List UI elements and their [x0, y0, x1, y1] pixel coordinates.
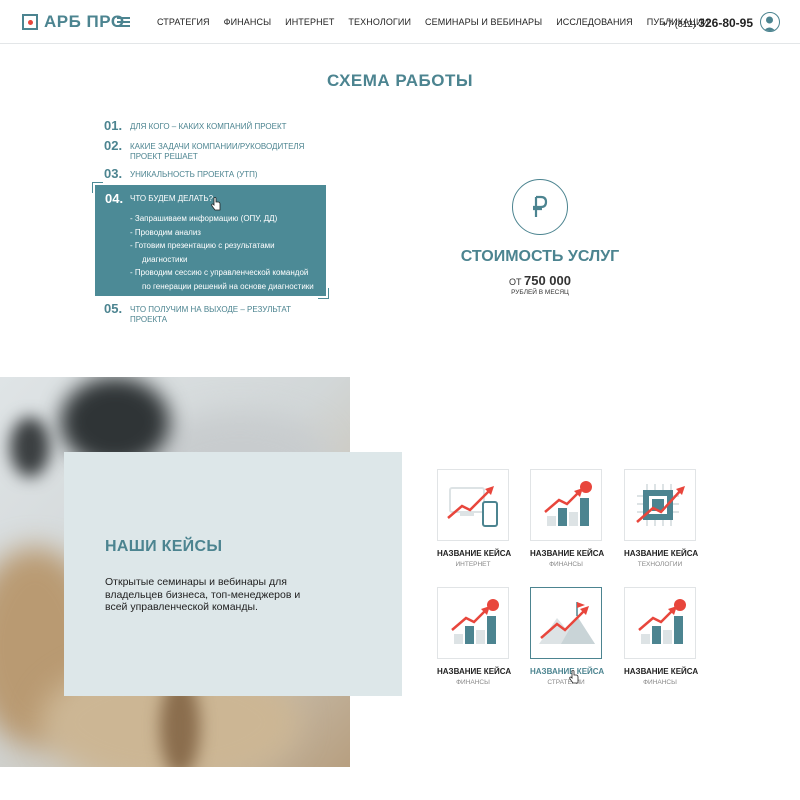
- ruble-icon: [512, 179, 568, 235]
- nav-item-seminars[interactable]: СЕМИНАРЫ И ВЕБИНАРЫ: [425, 17, 542, 27]
- chip-growth-icon: [636, 484, 685, 526]
- step-label: УНИКАЛЬНОСТЬ ПРОЕКТА (УТП): [130, 170, 258, 179]
- step-item-05[interactable]: 05. ЧТО ПОЛУЧИМ НА ВЫХОДЕ – РЕЗУЛЬТАТ ПР…: [104, 301, 300, 325]
- case-name: НАЗВАНИЕ КЕЙСА: [437, 549, 512, 558]
- step-label: КАКИЕ ЗАДАЧИ КОМПАНИИ/РУКОВОДИТЕЛЯ ПРОЕК…: [130, 142, 305, 161]
- step-detail-item: - Готовим презентацию с результатами: [130, 241, 275, 250]
- price-period: РУБЛЕЙ В МЕСЯЦ: [511, 289, 569, 296]
- step-label: ДЛЯ КОГО – КАКИХ КОМПАНИЙ ПРОЕКТ: [130, 122, 287, 131]
- devices-growth-icon: [447, 486, 498, 527]
- step-item-04-active[interactable]: 04. ЧТО БУДЕМ ДЕЛАТЬ? - Запрашиваем инфо…: [95, 185, 326, 296]
- case-card-active[interactable]: НАЗВАНИЕ КЕЙСА СТРАТЕГИИ: [530, 587, 605, 686]
- cases-title: НАШИ КЕЙСЫ: [105, 538, 223, 555]
- case-thumbnail: [624, 469, 696, 541]
- phone-prefix: +7 (812): [662, 19, 696, 29]
- scheme-title: СХЕМА РАБОТЫ: [326, 71, 474, 90]
- case-category: ТЕХНОЛОГИИ: [637, 561, 683, 568]
- price-value: 750 000: [524, 273, 571, 288]
- case-card[interactable]: НАЗВАНИЕ КЕЙСА ТЕХНОЛОГИИ: [624, 469, 699, 568]
- step-item-02[interactable]: 02. КАКИЕ ЗАДАЧИ КОМПАНИИ/РУКОВОДИТЕЛЯ П…: [104, 138, 310, 162]
- case-thumbnail: [624, 587, 696, 659]
- step-label: ЧТО БУДЕМ ДЕЛАТЬ?: [130, 194, 214, 203]
- mountain-growth-icon: [539, 602, 595, 644]
- phone-number[interactable]: +7 (812) 326-80-95: [662, 16, 753, 30]
- case-category: ФИНАНСЫ: [643, 679, 677, 686]
- hamburger-menu-icon[interactable]: [117, 17, 130, 27]
- case-name: НАЗВАНИЕ КЕЙСА: [530, 667, 605, 676]
- case-thumbnail: [437, 469, 509, 541]
- bar-growth-icon: [451, 599, 499, 644]
- price-amount: ОТ 750 000: [440, 273, 640, 288]
- case-name: НАЗВАНИЕ КЕЙСА: [437, 667, 512, 676]
- step-detail-item: - Проводим анализ: [130, 227, 201, 237]
- nav-item-strategy[interactable]: СТРАТЕГИЯ: [157, 17, 210, 27]
- case-name: НАЗВАНИЕ КЕЙСА: [624, 667, 699, 676]
- nav-item-finance[interactable]: ФИНАНСЫ: [224, 17, 271, 27]
- case-category: ФИНАНСЫ: [549, 561, 583, 568]
- hand-cursor-icon: [211, 197, 221, 211]
- step-details: - Запрашиваем информацию (ОПУ, ДД) - Про…: [130, 212, 314, 293]
- main-nav: СТРАТЕГИЯ ФИНАНСЫ ИНТЕРНЕТ ТЕХНОЛОГИИ СЕ…: [157, 0, 723, 44]
- step-detail-item: диагностики: [142, 254, 188, 264]
- site-header: АРБ ПРО СТРАТЕГИЯ ФИНАНСЫ ИНТЕРНЕТ ТЕХНО…: [0, 0, 800, 44]
- step-item-01[interactable]: 01. ДЛЯ КОГО – КАКИХ КОМПАНИЙ ПРОЕКТ: [104, 118, 330, 133]
- phone-main: 326-80-95: [698, 16, 754, 30]
- step-item-03[interactable]: 03. УНИКАЛЬНОСТЬ ПРОЕКТА (УТП): [104, 166, 330, 181]
- case-card[interactable]: НАЗВАНИЕ КЕЙСА ФИНАНСЫ: [624, 587, 699, 686]
- step-label: ЧТО ПОЛУЧИМ НА ВЫХОДЕ – РЕЗУЛЬТАТ ПРОЕКТ…: [130, 305, 291, 324]
- nav-item-internet[interactable]: ИНТЕРНЕТ: [285, 17, 334, 27]
- nav-item-research[interactable]: ИССЛЕДОВАНИЯ: [556, 17, 633, 27]
- bar-growth-icon: [638, 599, 686, 644]
- logo-mark-icon: [22, 14, 38, 30]
- case-card[interactable]: НАЗВАНИЕ КЕЙСА ФИНАНСЫ: [530, 469, 605, 568]
- case-thumbnail: [437, 587, 509, 659]
- case-category: ИНТЕРНЕТ: [455, 561, 491, 568]
- case-name: НАЗВАНИЕ КЕЙСА: [624, 549, 699, 558]
- price-title: СТОИМОСТЬ УСЛУГ: [460, 248, 620, 265]
- step-number: 01.: [104, 118, 123, 133]
- case-card[interactable]: НАЗВАНИЕ КЕЙСА ФИНАНСЫ: [437, 587, 512, 686]
- active-step-corner: [318, 288, 329, 299]
- step-number: 03.: [104, 166, 123, 181]
- step-number: 04.: [105, 191, 124, 206]
- cases-description: Открытые семинары и вебинары для владель…: [105, 576, 301, 613]
- case-thumbnail: [530, 587, 602, 659]
- case-category: СТРАТЕГИИ: [547, 679, 585, 686]
- step-detail-item: - Запрашиваем информацию (ОПУ, ДД): [130, 214, 278, 223]
- logo[interactable]: АРБ ПРО: [22, 12, 125, 32]
- nav-item-technology[interactable]: ТЕХНОЛОГИИ: [348, 17, 411, 27]
- cases-panel: НАШИ КЕЙСЫ Открытые семинары и вебинары …: [64, 452, 402, 696]
- user-avatar-icon[interactable]: [760, 12, 780, 32]
- price-from-label: ОТ: [508, 277, 522, 287]
- step-detail-item: - Проводим сессию с управленческой коман…: [130, 268, 309, 277]
- step-number: 05.: [104, 301, 123, 316]
- case-name: НАЗВАНИЕ КЕЙСА: [530, 549, 605, 558]
- bar-growth-icon: [544, 481, 592, 526]
- case-category: ФИНАНСЫ: [456, 679, 490, 686]
- step-detail-item: по генерации решений на основе диагности…: [142, 281, 314, 291]
- case-card[interactable]: НАЗВАНИЕ КЕЙСА ИНТЕРНЕТ: [437, 469, 512, 568]
- step-number: 02.: [104, 138, 123, 153]
- case-thumbnail: [530, 469, 602, 541]
- hand-cursor-icon: [569, 670, 579, 684]
- logo-text: АРБ ПРО: [44, 12, 125, 31]
